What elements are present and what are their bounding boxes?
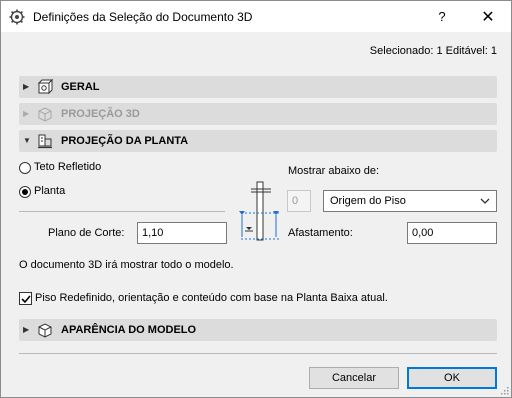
section-projecao-planta-label: PROJEÇÃO DA PLANTA (61, 135, 189, 147)
section-projecao-3d-label: PROJEÇÃO 3D (61, 108, 140, 120)
story-reference-value: Origem do Piso (330, 195, 406, 207)
teto-refletido-label: Teto Refletido (34, 161, 102, 173)
plano-corte-input[interactable]: 1,10 (137, 222, 227, 244)
app-gear-icon (9, 9, 25, 25)
divider (19, 211, 225, 212)
cancel-button[interactable]: Cancelar (309, 367, 399, 389)
section-projecao-planta[interactable]: ▼ PROJEÇÃO DA PLANTA (19, 130, 497, 152)
plano-corte-label: Plano de Corte: (48, 227, 125, 239)
story-index-input: 0 (287, 190, 311, 212)
floor-plan-projection-icon (38, 134, 52, 149)
checkmark-icon (21, 295, 31, 304)
floor-redefined-checkbox[interactable] (19, 292, 32, 305)
collapsed-arrow-icon: ▶ (23, 325, 30, 334)
close-button[interactable]: ✕ (465, 1, 511, 32)
model-info-text: O documento 3D irá mostrar todo o modelo… (19, 259, 234, 271)
afastamento-input[interactable]: 0,00 (407, 222, 497, 244)
section-aparencia-label: APARÊNCIA DO MODELO (61, 324, 197, 336)
chevron-down-icon (480, 198, 490, 204)
title-bar: Definições da Seleção do Documento 3D ? … (1, 1, 511, 32)
footer-divider (19, 353, 497, 354)
window-title: Definições da Seleção do Documento 3D (33, 10, 253, 24)
section-projecao-3d[interactable]: ▶ PROJEÇÃO 3D (19, 103, 497, 125)
floor-redefined-label: Piso Redefinido, orientação e conteúdo c… (35, 292, 388, 304)
planta-radio[interactable] (19, 186, 31, 198)
collapsed-arrow-icon: ▶ (23, 82, 30, 91)
selection-status: Selecionado: 1 Editável: 1 (369, 45, 497, 57)
section-aparencia-modelo[interactable]: ▶ APARÊNCIA DO MODELO (19, 319, 497, 341)
general-settings-icon (37, 79, 53, 95)
section-geral[interactable]: ▶ GERAL (19, 76, 497, 98)
story-reference-select[interactable]: Origem do Piso (323, 190, 497, 212)
3d-projection-icon (38, 107, 52, 122)
ok-button[interactable]: OK (407, 367, 497, 389)
teto-refletido-radio[interactable] (19, 162, 31, 174)
cut-plane-diagram-icon (239, 181, 279, 241)
afastamento-label: Afastamento: (288, 227, 353, 239)
collapsed-arrow-icon: ▶ (23, 109, 30, 118)
section-geral-label: GERAL (61, 81, 100, 93)
help-button[interactable]: ? (419, 1, 465, 32)
mostrar-abaixo-label: Mostrar abaixo de: (288, 165, 380, 177)
resize-grip-icon[interactable] (499, 385, 509, 395)
planta-label: Planta (34, 185, 66, 197)
dialog-window: Definições da Seleção do Documento 3D ? … (0, 0, 512, 398)
expanded-arrow-icon: ▼ (23, 136, 31, 145)
model-appearance-icon (38, 323, 52, 338)
